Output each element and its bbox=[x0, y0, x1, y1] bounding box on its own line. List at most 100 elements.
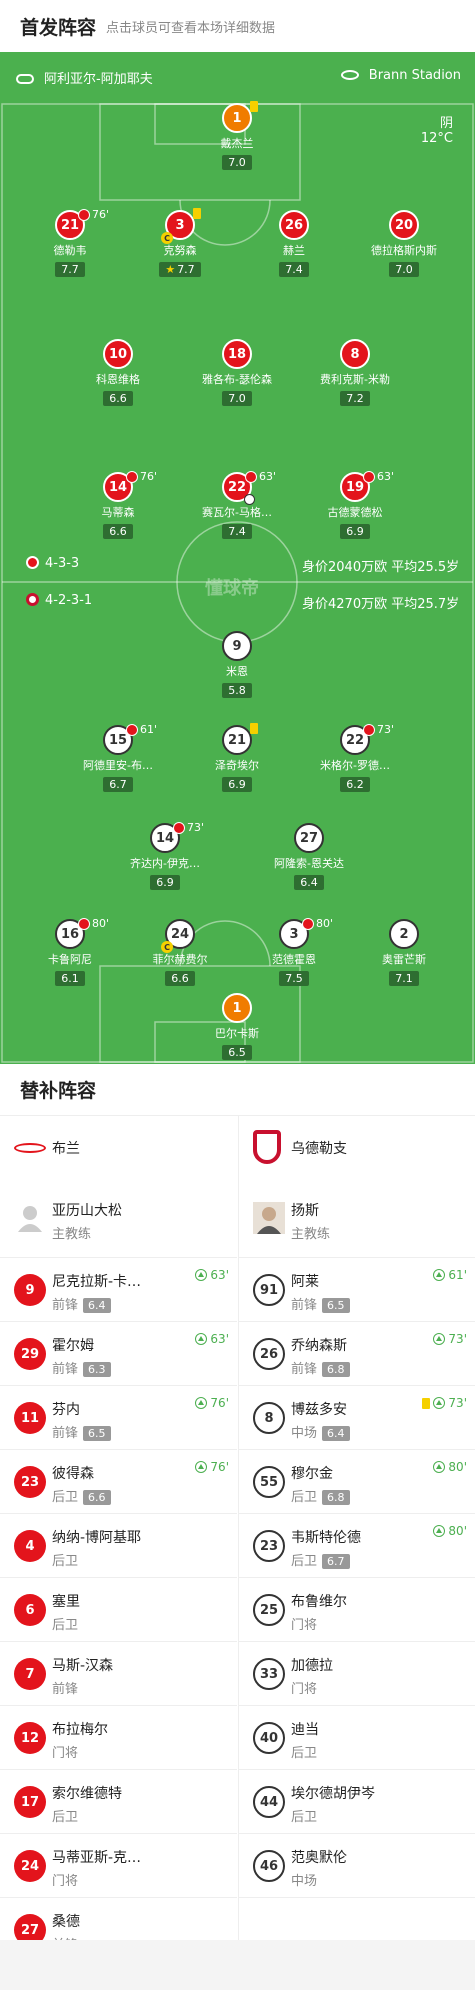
sub-player-row[interactable]: 12 布拉梅尔 门将 bbox=[0, 1706, 237, 1770]
player-number: 1 bbox=[222, 103, 252, 133]
sub-on-icon bbox=[195, 1333, 208, 1345]
player-marker[interactable]: 26 赫兰 7.4 bbox=[254, 210, 334, 277]
sub-player-position: 门将 bbox=[291, 1682, 318, 1697]
sub-on-icon bbox=[433, 1397, 446, 1409]
sub-player-row[interactable]: 23 彼得森 后卫 6.6 76' bbox=[0, 1450, 237, 1514]
player-rating: 6.4 bbox=[294, 875, 324, 890]
sub-player-name: 芬内 bbox=[52, 1402, 80, 1418]
sub-player-row[interactable]: 25 布鲁维尔 门将 bbox=[239, 1578, 475, 1642]
sub-player-row[interactable]: 26 乔纳森斯 前锋 6.8 73' bbox=[239, 1322, 475, 1386]
away-coach[interactable]: 扬斯 主教练 bbox=[239, 1180, 475, 1258]
player-marker[interactable]: 9 米恩 5.8 bbox=[197, 631, 277, 698]
sub-player-row[interactable]: 17 索尔维德特 后卫 bbox=[0, 1770, 237, 1834]
sub-player-row[interactable]: 9 尼克拉斯-卡… 前锋 6.4 63' bbox=[0, 1258, 237, 1322]
sub-on-minute: 76' bbox=[210, 1396, 229, 1410]
home-coach[interactable]: 亚历山大松 主教练 bbox=[0, 1180, 237, 1258]
player-marker[interactable]: 21 76' 德勒韦 7.7 bbox=[30, 208, 110, 277]
sub-player-row[interactable]: 91 阿莱 前锋 6.5 61' bbox=[239, 1258, 475, 1322]
sub-minute: 76' bbox=[92, 208, 110, 221]
sub-player-position: 前锋 bbox=[291, 1298, 318, 1313]
player-marker[interactable]: 8 费利克斯-米勒 7.2 bbox=[315, 339, 395, 406]
sub-player-position: 前锋 bbox=[52, 1426, 79, 1441]
sub-player-number: 46 bbox=[253, 1850, 285, 1882]
sub-player-name: 阿莱 bbox=[291, 1274, 319, 1290]
away-formation-row: 4-2-3-1 bbox=[26, 593, 92, 608]
sub-player-row[interactable]: 40 迪当 后卫 bbox=[239, 1706, 475, 1770]
home-subs-column: 布兰 亚历山大松 主教练 9 尼克拉斯-卡… 前锋 6.4 63' 29 霍尔姆 前锋 6.3 6… bbox=[0, 1116, 237, 1962]
sub-player-row[interactable]: 44 埃尔德胡伊岑 后卫 bbox=[239, 1770, 475, 1834]
home-coach-name: 亚历山大松 bbox=[52, 1203, 122, 1219]
sub-player-row[interactable]: 24 马蒂亚斯-克… 门将 bbox=[0, 1834, 237, 1898]
sub-player-row[interactable]: 8 博兹多安 中场 6.4 73' bbox=[239, 1386, 475, 1450]
player-marker[interactable]: 15 61' 阿德里安-布… 6.7 bbox=[78, 723, 158, 792]
star-icon: ★ bbox=[165, 263, 176, 276]
sub-event: 80' bbox=[302, 917, 333, 930]
sub-player-name: 马斯-汉森 bbox=[52, 1658, 114, 1674]
sub-player-position: 门将 bbox=[52, 1874, 79, 1889]
sub-on-event: 80' bbox=[433, 1524, 467, 1538]
sub-player-row[interactable]: 23 韦斯特伦德 后卫 6.7 80' bbox=[239, 1514, 475, 1578]
player-marker[interactable]: 27 阿隆索-恩关达 6.4 bbox=[269, 823, 349, 890]
player-marker[interactable]: 1 巴尔卡斯 6.5 bbox=[197, 993, 277, 1060]
player-name: 卡鲁阿尼 bbox=[48, 953, 92, 966]
player-marker[interactable]: 19 63' 古德蒙德松 6.9 bbox=[315, 470, 395, 539]
sub-on-icon bbox=[433, 1525, 446, 1537]
player-rating: 7.4 bbox=[279, 262, 309, 277]
sub-player-row[interactable]: 29 霍尔姆 前锋 6.3 63' bbox=[0, 1322, 237, 1386]
sub-player-number: 11 bbox=[14, 1402, 46, 1434]
player-marker[interactable]: 20 德拉格斯内斯 7.0 bbox=[364, 210, 444, 277]
sub-player-name: 埃尔德胡伊岑 bbox=[291, 1786, 375, 1802]
sub-player-row[interactable]: 4 纳纳-博阿基耶 后卫 bbox=[0, 1514, 237, 1578]
away-team-name: 乌德勒支 bbox=[291, 1141, 347, 1157]
sub-player-rating: 6.8 bbox=[322, 1490, 350, 1505]
player-marker[interactable]: 16 80' 卡鲁阿尼 6.1 bbox=[30, 917, 110, 986]
player-marker[interactable]: 21 泽奇埃尔 6.9 bbox=[197, 723, 277, 792]
sub-player-number: 26 bbox=[253, 1338, 285, 1370]
sub-minute: 80' bbox=[92, 917, 110, 930]
sub-player-name: 索尔维德特 bbox=[52, 1786, 122, 1802]
player-rating: 5.8 bbox=[222, 683, 252, 698]
sub-player-position: 前锋 bbox=[52, 1682, 79, 1697]
yellow-card-icon bbox=[250, 101, 258, 112]
player-marker[interactable]: 18 雅各布-瑟伦森 7.0 bbox=[197, 339, 277, 406]
sub-player-row[interactable]: 46 范奥默伦 中场 bbox=[239, 1834, 475, 1898]
player-marker[interactable]: 3 C 克努森 ★ 7.7 bbox=[140, 208, 220, 277]
player-rating: 7.0 bbox=[222, 155, 252, 170]
player-number: 9 bbox=[222, 631, 252, 661]
player-marker[interactable]: 3 80' 范德霍恩 7.5 bbox=[254, 917, 334, 986]
sub-player-row[interactable]: 55 穆尔金 后卫 6.8 80' bbox=[239, 1450, 475, 1514]
player-marker[interactable]: 2 奥雷芒斯 7.1 bbox=[364, 919, 444, 986]
player-marker[interactable]: 14 73' 齐达内-伊克… 6.9 bbox=[125, 821, 205, 890]
sub-event: 61' bbox=[126, 723, 157, 736]
home-team-logo-icon bbox=[14, 1143, 46, 1153]
sub-player-number: 7 bbox=[14, 1658, 46, 1690]
sub-minute: 61' bbox=[140, 723, 158, 736]
player-rating: 6.1 bbox=[55, 971, 85, 986]
player-marker[interactable]: 10 科恩维格 6.6 bbox=[78, 339, 158, 406]
sub-player-name: 穆尔金 bbox=[291, 1466, 333, 1482]
player-rating: 7.1 bbox=[389, 971, 419, 986]
sub-event: 63' bbox=[245, 470, 276, 483]
player-marker[interactable]: 14 76' 马蒂森 6.6 bbox=[78, 470, 158, 539]
player-marker[interactable]: 1 戴杰兰 7.0 bbox=[197, 101, 277, 170]
player-rating: 6.6 bbox=[103, 391, 133, 406]
captain-icon: C bbox=[161, 232, 173, 244]
sub-player-row[interactable]: 6 塞里 后卫 bbox=[0, 1578, 237, 1642]
sub-player-number: 6 bbox=[14, 1594, 46, 1626]
sub-player-rating: 6.5 bbox=[322, 1298, 350, 1313]
player-number: 21 bbox=[222, 725, 252, 755]
player-marker[interactable]: 22 63' 赛瓦尔-马格… 7.4 bbox=[197, 470, 277, 539]
sub-player-row[interactable]: 33 加德拉 门将 bbox=[239, 1642, 475, 1706]
player-name: 米恩 bbox=[226, 665, 248, 678]
player-number: 20 bbox=[389, 210, 419, 240]
player-name: 戴杰兰 bbox=[220, 137, 254, 150]
player-marker[interactable]: 22 73' 米格尔-罗德… 6.2 bbox=[315, 723, 395, 792]
sub-player-row[interactable]: 7 马斯-汉森前锋 bbox=[0, 1642, 237, 1706]
player-name: 赫兰 bbox=[283, 244, 305, 257]
sub-player-row[interactable]: 11 芬内 前锋 6.5 76' bbox=[0, 1386, 237, 1450]
player-marker[interactable]: 24 C 菲尔赫费尔 6.6 bbox=[140, 919, 220, 986]
sub-on-event: 73' bbox=[422, 1396, 467, 1410]
sub-on-event: 63' bbox=[195, 1268, 229, 1282]
pitch: 阿利亚尔-阿加耶夫 Brann Stadion 阴 12°C 懂球帝 4-3-3… bbox=[0, 52, 475, 1064]
sub-on-event: 80' bbox=[433, 1460, 467, 1474]
